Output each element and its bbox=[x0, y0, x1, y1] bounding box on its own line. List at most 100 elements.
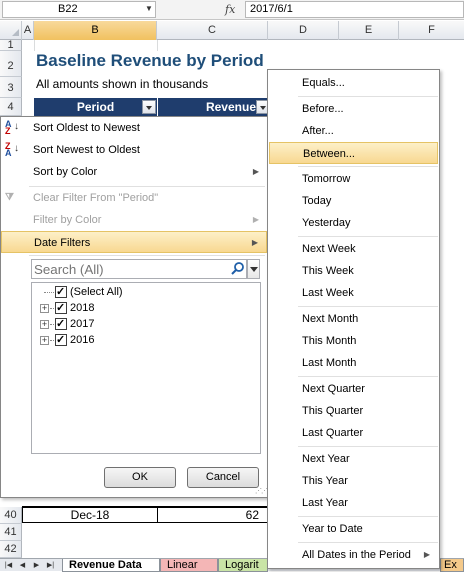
next-month-item[interactable]: Next Month bbox=[269, 308, 438, 330]
select-all-checkbox[interactable] bbox=[55, 284, 67, 300]
name-box[interactable]: B22 bbox=[2, 1, 156, 18]
column-header-b[interactable]: B bbox=[34, 21, 157, 40]
formula-input[interactable]: 2017/6/1 bbox=[245, 1, 464, 18]
submenu-arrow-icon: ▶ bbox=[252, 167, 259, 176]
today-item[interactable]: Today bbox=[269, 190, 438, 212]
sort-ascending-icon: A Z ↓ bbox=[5, 119, 19, 136]
date-filters-item[interactable]: Date Filters ▶ bbox=[1, 231, 267, 253]
next-week-item[interactable]: Next Week bbox=[269, 238, 438, 260]
column-headers: A B C D E F bbox=[0, 21, 464, 40]
this-week-item[interactable]: This Week bbox=[269, 260, 438, 282]
expand-icon[interactable]: + bbox=[40, 336, 49, 345]
menu-item-label: Date Filters bbox=[34, 237, 91, 249]
row-header-42[interactable]: 42 bbox=[0, 541, 22, 558]
last-week-item[interactable]: Last Week bbox=[269, 282, 438, 304]
row-39-fragment bbox=[22, 498, 268, 507]
next-year-item[interactable]: Next Year bbox=[269, 448, 438, 470]
menu-separator bbox=[298, 516, 438, 517]
sheet-tab-logarithmic[interactable]: Logarit bbox=[218, 559, 268, 572]
column-header-e[interactable]: E bbox=[339, 21, 399, 40]
tree-item-label: 2017 bbox=[70, 318, 95, 330]
prev-sheet-icon[interactable]: ◀ bbox=[17, 560, 28, 571]
search-icon[interactable] bbox=[230, 261, 246, 277]
expand-icon[interactable]: + bbox=[40, 320, 49, 329]
row-header-2[interactable]: 2 bbox=[0, 51, 22, 77]
menu-separator bbox=[298, 376, 438, 377]
sort-newest-to-oldest-item[interactable]: Z A ↓ Sort Newest to Oldest bbox=[1, 139, 267, 161]
equals-item[interactable]: Equals... bbox=[269, 72, 438, 94]
column-header-f[interactable]: F bbox=[399, 21, 464, 40]
grid-background bbox=[440, 116, 464, 558]
ok-button[interactable]: OK bbox=[104, 467, 176, 488]
column-header-d[interactable]: D bbox=[268, 21, 339, 40]
menu-separator bbox=[298, 166, 438, 167]
year-checkbox[interactable] bbox=[55, 316, 67, 332]
after-item[interactable]: After... bbox=[269, 120, 438, 142]
menu-item-label: All Dates in the Period bbox=[302, 549, 411, 561]
sheet-tab-ex[interactable]: Ex bbox=[440, 559, 464, 572]
date-filters-submenu: Equals... Before... After... Between... … bbox=[267, 69, 440, 569]
between-item[interactable]: Between... bbox=[269, 142, 438, 164]
gridline bbox=[157, 40, 158, 51]
last-sheet-icon[interactable]: ▶| bbox=[45, 560, 56, 571]
sheet-subtitle[interactable]: All amounts shown in thousands bbox=[36, 77, 208, 91]
submenu-arrow-icon: ▶ bbox=[423, 550, 430, 559]
year-checkbox[interactable] bbox=[55, 300, 67, 316]
next-sheet-icon[interactable]: ▶ bbox=[31, 560, 42, 571]
menu-separator bbox=[298, 446, 438, 447]
next-quarter-item[interactable]: Next Quarter bbox=[269, 378, 438, 400]
row-header-4[interactable]: 4 bbox=[0, 98, 22, 116]
cancel-button[interactable]: Cancel bbox=[187, 467, 259, 488]
filter-search-input[interactable] bbox=[31, 259, 247, 279]
year-checkbox[interactable] bbox=[55, 332, 67, 348]
menu-separator bbox=[298, 236, 438, 237]
expand-icon[interactable]: + bbox=[40, 304, 49, 313]
search-options-dropdown[interactable] bbox=[247, 259, 260, 279]
row-header-1[interactable]: 1 bbox=[0, 40, 22, 51]
revenue-header-cell[interactable]: Revenue bbox=[158, 98, 268, 116]
filter-values-tree: (Select All) + 2018 + 2017 + 2016 bbox=[31, 282, 261, 454]
resize-grip-icon[interactable]: ⋰⋰ bbox=[255, 488, 268, 496]
sort-by-color-item[interactable]: Sort by Color ▶ bbox=[1, 161, 267, 183]
submenu-arrow-icon: ▶ bbox=[252, 215, 259, 224]
sheet-title[interactable]: Baseline Revenue by Period bbox=[36, 51, 264, 71]
last-quarter-item[interactable]: Last Quarter bbox=[269, 422, 438, 444]
tree-item-label: 2016 bbox=[70, 334, 95, 346]
menu-item-label: Clear Filter From "Period" bbox=[33, 192, 159, 204]
submenu-arrow-icon: ▶ bbox=[251, 238, 258, 247]
row-header-40[interactable]: 40 bbox=[0, 507, 22, 524]
menu-separator bbox=[298, 306, 438, 307]
period-cell-row-40[interactable]: Dec-18 bbox=[22, 507, 158, 523]
menu-separator bbox=[298, 96, 438, 97]
insert-function-icon[interactable]: fx bbox=[225, 1, 241, 18]
menu-item-label: Sort Oldest to Newest bbox=[33, 122, 140, 134]
year-to-date-item[interactable]: Year to Date bbox=[269, 518, 438, 540]
menu-separator bbox=[298, 542, 438, 543]
revenue-cell-row-40[interactable]: 62 bbox=[157, 507, 268, 523]
this-year-item[interactable]: This Year bbox=[269, 470, 438, 492]
yesterday-item[interactable]: Yesterday bbox=[269, 212, 438, 234]
menu-item-label: Sort Newest to Oldest bbox=[33, 144, 140, 156]
this-month-item[interactable]: This Month bbox=[269, 330, 438, 352]
before-item[interactable]: Before... bbox=[269, 98, 438, 120]
all-dates-in-period-item[interactable]: All Dates in the Period ▶ bbox=[269, 544, 438, 566]
sort-oldest-to-newest-item[interactable]: A Z ↓ Sort Oldest to Newest bbox=[1, 117, 267, 139]
tomorrow-item[interactable]: Tomorrow bbox=[269, 168, 438, 190]
tree-item-label: 2018 bbox=[70, 302, 95, 314]
row-header-41[interactable]: 41 bbox=[0, 524, 22, 541]
period-header-cell[interactable]: Period bbox=[34, 98, 157, 116]
filter-by-color-item: Filter by Color ▶ bbox=[1, 209, 267, 231]
column-header-a[interactable]: A bbox=[22, 21, 34, 40]
last-month-item[interactable]: Last Month bbox=[269, 352, 438, 374]
last-year-item[interactable]: Last Year bbox=[269, 492, 438, 514]
period-filter-button[interactable] bbox=[142, 100, 156, 114]
this-quarter-item[interactable]: This Quarter bbox=[269, 400, 438, 422]
gridline bbox=[34, 40, 35, 51]
column-header-c[interactable]: C bbox=[157, 21, 268, 40]
row-header-3[interactable]: 3 bbox=[0, 77, 22, 98]
name-box-dropdown-icon[interactable]: ▼ bbox=[143, 3, 155, 15]
sheet-tab-revenue-data[interactable]: Revenue Data bbox=[62, 559, 160, 572]
tree-item-label: (Select All) bbox=[70, 286, 123, 298]
first-sheet-icon[interactable]: |◀ bbox=[3, 560, 14, 571]
sheet-tab-linear[interactable]: Linear bbox=[160, 559, 218, 572]
